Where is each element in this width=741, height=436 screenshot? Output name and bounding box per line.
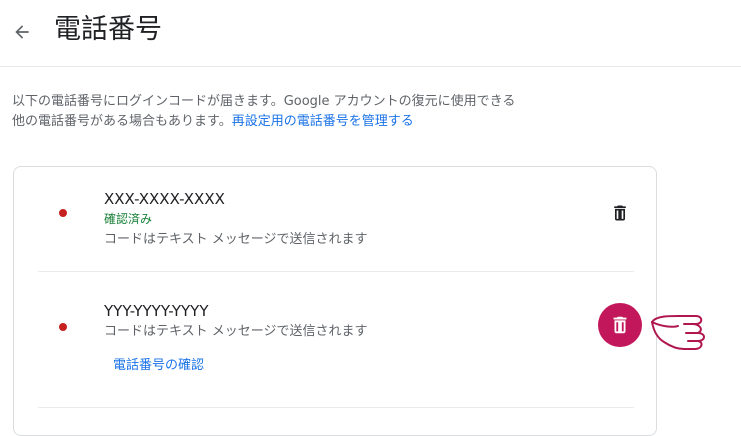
delete-phone-button[interactable] [608,201,632,225]
manage-recovery-phone-link[interactable]: 再設定用の電話番号を管理する [232,114,414,129]
description-line-2-text: 他の電話番号がある場合もあります。 [12,114,232,129]
phone-item: YYY-YYYY-YYYY コードはテキスト メッセージで送信されます 電話番号… [14,293,658,403]
delivery-method: コードはテキスト メッセージで送信されます [104,324,368,339]
trash-icon [613,316,627,334]
page-title: 電話番号 [54,14,162,45]
delete-phone-button[interactable] [598,303,642,347]
phone-list-card: XXX-XXXX-XXXX 確認済み コードはテキスト メッセージで送信されます… [13,166,657,436]
delivery-method: コードはテキスト メッセージで送信されます [104,232,368,247]
phone-number: XXX-XXXX-XXXX [104,190,225,208]
pointing-hand-icon [651,315,705,350]
back-button[interactable] [10,20,34,44]
header: 電話番号 [0,0,741,64]
verified-status: 確認済み [104,212,153,226]
description: 以下の電話番号にログインコードが届きます。Google アカウントの復元に使用で… [12,92,652,132]
row-divider [38,407,634,408]
phone-number: YYY-YYYY-YYYY [104,302,209,320]
bullet-dot [59,209,67,217]
header-divider [0,66,741,67]
bullet-dot [59,323,67,331]
phone-item: XXX-XXXX-XXXX 確認済み コードはテキスト メッセージで送信されます [14,187,658,271]
description-line-1: 以下の電話番号にログインコードが届きます。Google アカウントの復元に使用で… [12,94,516,109]
description-line-2: 他の電話番号がある場合もあります。再設定用の電話番号を管理する [12,112,652,132]
verify-phone-link[interactable]: 電話番号の確認 [113,357,204,375]
arrow-left-icon [15,25,29,39]
row-divider [38,271,634,272]
trash-icon [614,205,626,221]
